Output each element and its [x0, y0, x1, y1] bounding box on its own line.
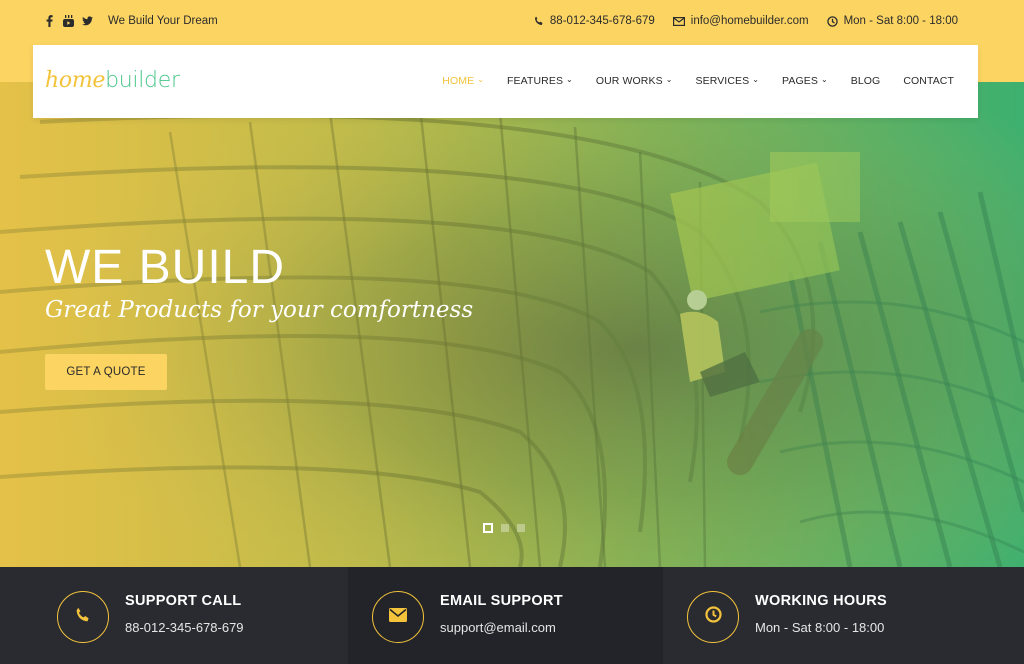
envelope-icon — [672, 16, 685, 26]
facebook-icon[interactable] — [44, 14, 55, 27]
logo[interactable]: homebuilder — [45, 67, 180, 93]
working-hours-block: WORKING HOURS Mon - Sat 8:00 - 18:00 — [663, 567, 1024, 664]
info-title: WORKING HOURS — [755, 593, 887, 609]
chevron-down-icon: ⌄ — [820, 75, 828, 84]
info-title: EMAIL SUPPORT — [440, 593, 563, 609]
hero-slider: WE BUILD Great Products for your comfort… — [0, 82, 1024, 567]
get-a-quote-button[interactable]: GET A QUOTE — [45, 354, 167, 390]
nav-item-features[interactable]: FEATURES ⌄ — [507, 75, 573, 87]
nav-item-home[interactable]: HOME ⌄ — [442, 75, 484, 87]
chevron-down-icon: ⌄ — [566, 75, 573, 84]
phone-icon-circle — [57, 591, 109, 643]
slider-dot-1[interactable] — [483, 523, 493, 533]
slider-dot-2[interactable] — [501, 524, 509, 532]
top-hours: Mon - Sat 8:00 - 18:00 — [826, 15, 958, 27]
clock-icon — [704, 606, 722, 628]
info-text: 88-012-345-678-679 — [125, 620, 244, 635]
twitter-icon[interactable] — [82, 14, 93, 27]
email-support-block: EMAIL SUPPORT support@email.com — [348, 567, 663, 664]
hero-color-overlay — [0, 82, 1024, 567]
info-text: support@email.com — [440, 620, 556, 635]
top-phone[interactable]: 88-012-345-678-679 — [534, 15, 655, 27]
clock-icon-circle — [687, 591, 739, 643]
nav-item-label: SERVICES — [695, 75, 750, 87]
nav-item-label: OUR WORKS — [595, 75, 663, 87]
youtube-icon[interactable] — [63, 14, 74, 27]
info-title: SUPPORT CALL — [125, 593, 242, 609]
logo-part-builder: builder — [105, 68, 180, 93]
clock-icon — [826, 15, 838, 27]
info-text: Mon - Sat 8:00 - 18:00 — [755, 620, 885, 635]
nav-item-label: CONTACT — [903, 75, 954, 87]
nav-item-pages[interactable]: PAGES ⌄ — [782, 75, 828, 87]
slider-pagination — [483, 523, 525, 533]
nav-item-our-works[interactable]: OUR WORKS ⌄ — [596, 75, 673, 87]
top-email[interactable]: info@homebuilder.com — [672, 15, 809, 27]
tagline: We Build Your Dream — [108, 15, 218, 27]
header: homebuilder HOME ⌄ FEATURES ⌄ OUR WORKS ⌄ S… — [33, 45, 978, 118]
top-email-text: info@homebuilder.com — [690, 15, 809, 27]
logo-part-home: home — [45, 68, 106, 93]
chevron-down-icon: ⌄ — [752, 75, 760, 84]
nav-item-label: BLOG — [850, 75, 881, 87]
top-contact-info: 88-012-345-678-679 info@homebuilder.com … — [534, 15, 958, 27]
nav-item-label: HOME — [442, 75, 475, 87]
envelope-icon-circle — [372, 591, 424, 643]
phone-icon — [75, 607, 91, 628]
nav-item-services[interactable]: SERVICES ⌄ — [696, 75, 760, 87]
social-links — [44, 14, 93, 27]
chevron-down-icon: ⌄ — [477, 75, 485, 84]
hero-title: WE BUILD — [45, 241, 286, 294]
nav-item-blog[interactable]: BLOG — [851, 75, 881, 87]
top-hours-text: Mon - Sat 8:00 - 18:00 — [843, 15, 958, 27]
chevron-down-icon: ⌄ — [665, 75, 673, 84]
top-phone-text: 88-012-345-678-679 — [549, 15, 655, 27]
info-strip: SUPPORT CALL 88-012-345-678-679 EMAIL SU… — [0, 567, 1024, 664]
hero-subtitle: Great Products for your comfortness — [45, 297, 474, 323]
main-nav: HOME ⌄ FEATURES ⌄ OUR WORKS ⌄ SERVICES ⌄ PAG… — [442, 75, 954, 87]
support-call-block: SUPPORT CALL 88-012-345-678-679 — [0, 567, 348, 664]
phone-icon — [534, 16, 544, 26]
slider-dot-3[interactable] — [517, 524, 525, 532]
nav-item-contact[interactable]: CONTACT — [903, 75, 954, 87]
nav-item-label: FEATURES — [507, 75, 564, 87]
envelope-icon — [389, 607, 407, 627]
nav-item-label: PAGES — [782, 75, 818, 87]
